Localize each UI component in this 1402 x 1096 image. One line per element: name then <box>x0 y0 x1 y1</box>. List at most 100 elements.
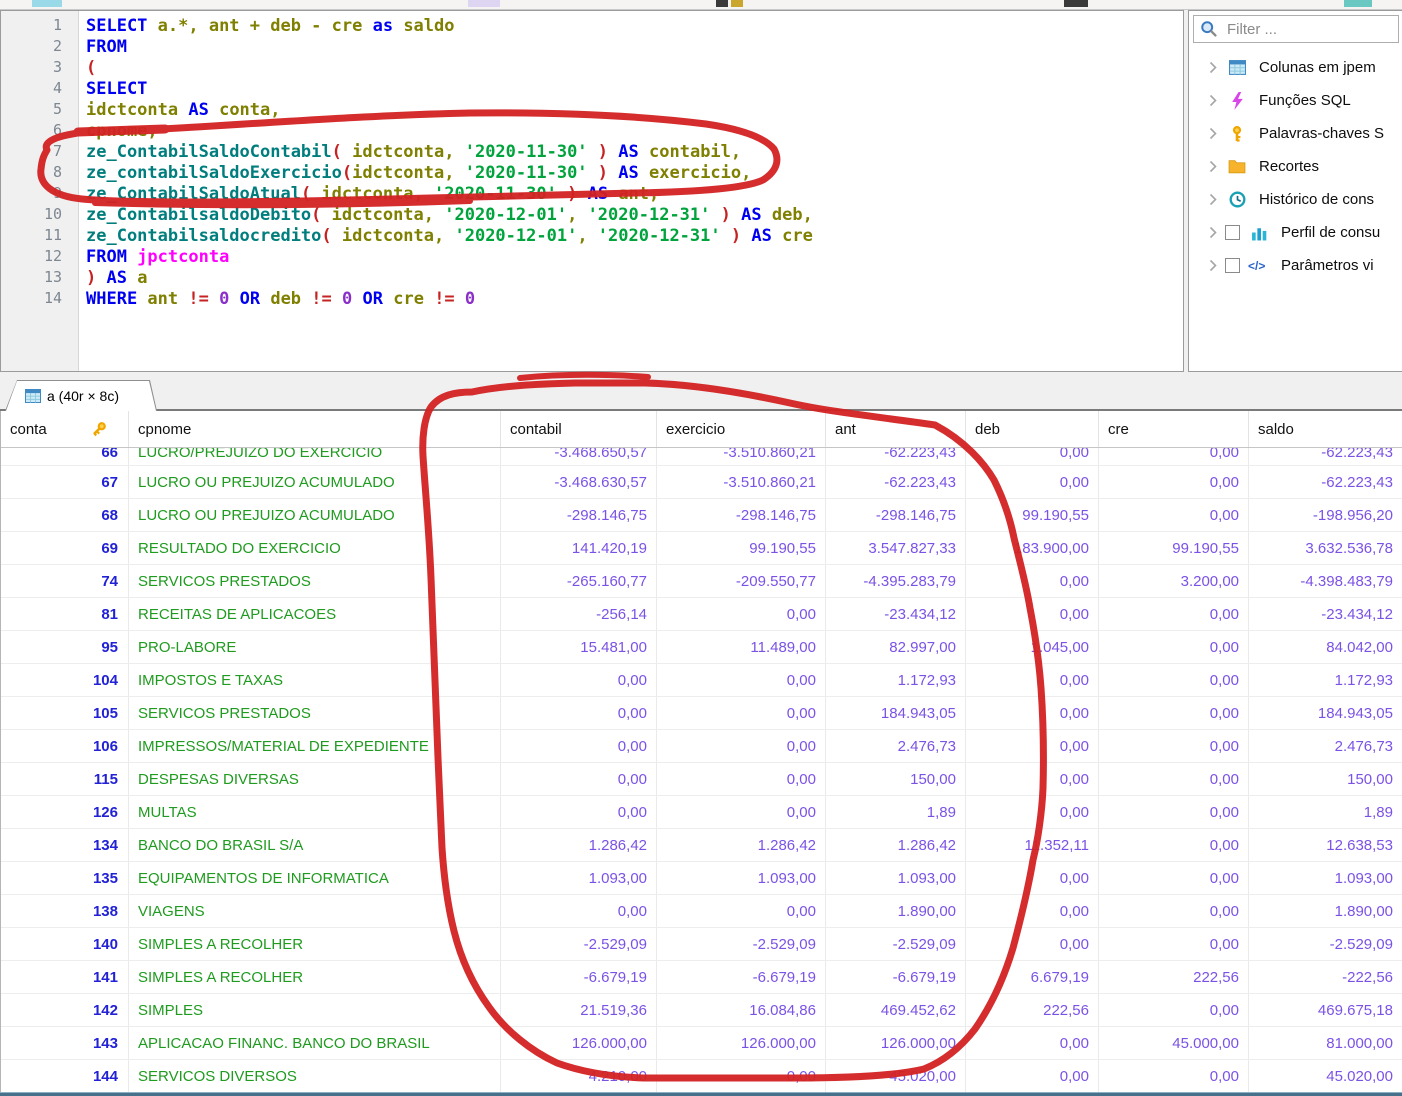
cell-cre[interactable]: 45.000,00 <box>1099 1027 1249 1059</box>
cell-ant[interactable]: -62.223,43 <box>826 448 966 466</box>
cell-conta[interactable]: 135 <box>1 862 129 894</box>
code-lines[interactable]: SELECT a.*, ant + deb - cre as saldoFROM… <box>79 11 813 371</box>
cell-conta[interactable]: 69 <box>1 532 129 564</box>
results-tab[interactable]: a (40r × 8c) <box>5 380 157 411</box>
cell-deb[interactable]: 0,00 <box>966 598 1099 630</box>
cell-conta[interactable]: 74 <box>1 565 129 597</box>
cell-cpnome[interactable]: SERVICOS DIVERSOS <box>129 1060 501 1092</box>
code-line[interactable]: WHERE ant != 0 OR deb != 0 OR cre != 0 <box>86 289 813 310</box>
cell-ant[interactable]: -62.223,43 <box>826 466 966 498</box>
table-row[interactable]: 144SERVICOS DIVERSOS4.210,000,0045.020,0… <box>1 1060 1402 1092</box>
cell-cpnome[interactable]: SIMPLES A RECOLHER <box>129 961 501 993</box>
cell-ant[interactable]: 469.452,62 <box>826 994 966 1026</box>
cell-cre[interactable]: 0,00 <box>1099 829 1249 861</box>
cell-saldo[interactable]: 1.890,00 <box>1249 895 1402 927</box>
cell-deb[interactable]: 0,00 <box>966 1027 1099 1059</box>
chevron-right-icon[interactable] <box>1209 160 1225 173</box>
cell-cre[interactable]: 0,00 <box>1099 499 1249 531</box>
cell-exercicio[interactable]: 0,00 <box>657 1060 826 1092</box>
code-line[interactable]: idctconta AS conta, <box>86 100 813 121</box>
cell-cpnome[interactable]: IMPRESSOS/MATERIAL DE EXPEDIENTE <box>129 730 501 762</box>
cell-deb[interactable]: 6.679,19 <box>966 961 1099 993</box>
cell-deb[interactable]: 0,00 <box>966 730 1099 762</box>
cell-cpnome[interactable]: SERVICOS PRESTADOS <box>129 565 501 597</box>
cell-saldo[interactable]: -4.398.483,79 <box>1249 565 1402 597</box>
cell-contabil[interactable]: 15.481,00 <box>501 631 657 663</box>
cell-deb[interactable]: 11.352,11 <box>966 829 1099 861</box>
cell-ant[interactable]: -4.395.283,79 <box>826 565 966 597</box>
cell-exercicio[interactable]: -3.510.860,21 <box>657 466 826 498</box>
cell-cpnome[interactable]: LUCRO OU PREJUIZO ACUMULADO <box>129 466 501 498</box>
cell-cpnome[interactable]: PRO-LABORE <box>129 631 501 663</box>
cell-ant[interactable]: -6.679,19 <box>826 961 966 993</box>
cell-contabil[interactable]: 1.286,42 <box>501 829 657 861</box>
cell-deb[interactable]: 0,00 <box>966 664 1099 696</box>
cell-saldo[interactable]: 1,89 <box>1249 796 1402 828</box>
header-cell-cre[interactable]: cre <box>1099 411 1249 447</box>
cell-exercicio[interactable]: 0,00 <box>657 730 826 762</box>
code-line[interactable]: ( <box>86 58 813 79</box>
cell-deb[interactable]: 0,00 <box>966 565 1099 597</box>
tree-item-fun-es-sql[interactable]: Funções SQL <box>1189 84 1402 117</box>
code-line[interactable]: ze_ContabilsaldoDebito( idctconta, '2020… <box>86 205 813 226</box>
cell-cpnome[interactable]: IMPOSTOS E TAXAS <box>129 664 501 696</box>
cell-saldo[interactable]: 184.943,05 <box>1249 697 1402 729</box>
cell-contabil[interactable]: -2.529,09 <box>501 928 657 960</box>
header-cell-exercicio[interactable]: exercicio <box>657 411 826 447</box>
table-row[interactable]: 74SERVICOS PRESTADOS-265.160,77-209.550,… <box>1 565 1402 598</box>
cell-conta[interactable]: 134 <box>1 829 129 861</box>
cell-conta[interactable]: 143 <box>1 1027 129 1059</box>
cell-deb[interactable]: 0,00 <box>966 796 1099 828</box>
cell-conta[interactable]: 142 <box>1 994 129 1026</box>
tree-item-colunas-em-jpem[interactable]: Colunas em jpem <box>1189 51 1402 84</box>
cell-ant[interactable]: 3.547.827,33 <box>826 532 966 564</box>
cell-contabil[interactable]: 0,00 <box>501 895 657 927</box>
cell-exercicio[interactable]: 0,00 <box>657 763 826 795</box>
cell-saldo[interactable]: 81.000,00 <box>1249 1027 1402 1059</box>
cell-contabil[interactable]: 0,00 <box>501 730 657 762</box>
cell-ant[interactable]: -23.434,12 <box>826 598 966 630</box>
filter-input[interactable]: Filter ... <box>1193 15 1399 43</box>
checkbox[interactable] <box>1225 258 1240 273</box>
chevron-right-icon[interactable] <box>1209 259 1225 272</box>
cell-deb[interactable]: 0,00 <box>966 928 1099 960</box>
cell-conta[interactable]: 105 <box>1 697 129 729</box>
table-row[interactable]: 66LUCRO/PREJUIZO DO EXERCICIO-3.468.650,… <box>1 448 1402 466</box>
table-row[interactable]: 134BANCO DO BRASIL S/A1.286,421.286,421.… <box>1 829 1402 862</box>
table-row[interactable]: 106IMPRESSOS/MATERIAL DE EXPEDIENTE0,000… <box>1 730 1402 763</box>
cell-contabil[interactable]: -3.468.630,57 <box>501 466 657 498</box>
cell-exercicio[interactable]: -298.146,75 <box>657 499 826 531</box>
code-line[interactable]: ze_ContabilSaldoAtual( idctconta, '2020-… <box>86 184 813 205</box>
code-line[interactable]: ze_Contabilsaldocredito( idctconta, '202… <box>86 226 813 247</box>
cell-conta[interactable]: 67 <box>1 466 129 498</box>
cell-ant[interactable]: 1.093,00 <box>826 862 966 894</box>
cell-saldo[interactable]: 84.042,00 <box>1249 631 1402 663</box>
cell-exercicio[interactable]: 0,00 <box>657 796 826 828</box>
cell-exercicio[interactable]: 126.000,00 <box>657 1027 826 1059</box>
table-row[interactable]: 81RECEITAS DE APLICACOES-256,140,00-23.4… <box>1 598 1402 631</box>
cell-exercicio[interactable]: -209.550,77 <box>657 565 826 597</box>
chevron-right-icon[interactable] <box>1209 61 1225 74</box>
table-row[interactable]: 141SIMPLES A RECOLHER-6.679,19-6.679,19-… <box>1 961 1402 994</box>
cell-contabil[interactable]: 1.093,00 <box>501 862 657 894</box>
cell-exercicio[interactable]: 99.190,55 <box>657 532 826 564</box>
cell-ant[interactable]: 1.286,42 <box>826 829 966 861</box>
cell-contabil[interactable]: 0,00 <box>501 796 657 828</box>
code-line[interactable]: FROM jpctconta <box>86 247 813 268</box>
table-row[interactable]: 67LUCRO OU PREJUIZO ACUMULADO-3.468.630,… <box>1 466 1402 499</box>
cell-deb[interactable]: 0,00 <box>966 448 1099 466</box>
cell-cpnome[interactable]: APLICACAO FINANC. BANCO DO BRASIL <box>129 1027 501 1059</box>
cell-exercicio[interactable]: 0,00 <box>657 697 826 729</box>
cell-exercicio[interactable]: 11.489,00 <box>657 631 826 663</box>
cell-contabil[interactable]: -3.468.650,57 <box>501 448 657 466</box>
cell-saldo[interactable]: 150,00 <box>1249 763 1402 795</box>
cell-cpnome[interactable]: LUCRO/PREJUIZO DO EXERCICIO <box>129 448 501 466</box>
cell-deb[interactable]: 0,00 <box>966 1060 1099 1092</box>
cell-contabil[interactable]: -256,14 <box>501 598 657 630</box>
cell-cpnome[interactable]: BANCO DO BRASIL S/A <box>129 829 501 861</box>
cell-conta[interactable]: 106 <box>1 730 129 762</box>
tree-item-hist-rico-de-cons[interactable]: Histórico de cons <box>1189 183 1402 216</box>
table-row[interactable]: 115DESPESAS DIVERSAS0,000,00150,000,000,… <box>1 763 1402 796</box>
cell-contabil[interactable]: -298.146,75 <box>501 499 657 531</box>
cell-conta[interactable]: 126 <box>1 796 129 828</box>
